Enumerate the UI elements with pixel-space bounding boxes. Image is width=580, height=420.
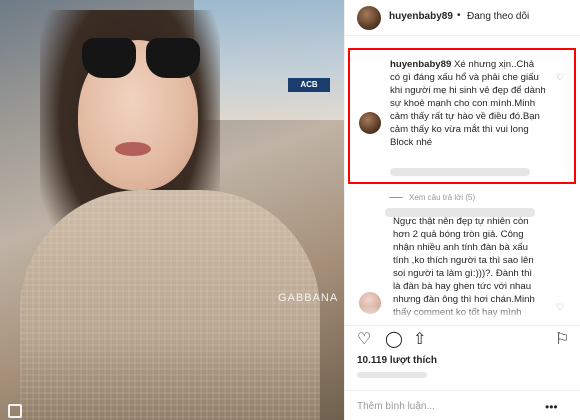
brand-text: GABBANA xyxy=(278,292,339,304)
post-actions: ♡ ◯ ⇧ ⚐ xyxy=(345,325,580,353)
highlight-box xyxy=(348,48,576,184)
header-username[interactable]: huyenbaby89 xyxy=(389,11,453,22)
post-photo[interactable]: ACB GABBANA xyxy=(0,0,344,420)
share-icon[interactable]: ⇧ xyxy=(413,332,426,348)
add-comment-bar: Thêm bình luận... ••• xyxy=(345,390,580,420)
comment-fade xyxy=(345,306,580,324)
likes-count[interactable]: 10.119 lượt thích xyxy=(357,355,437,366)
post-time-blurred xyxy=(357,372,427,378)
sunglasses xyxy=(82,38,202,82)
post-header: huyenbaby89 • Đang theo dõi xyxy=(345,0,580,36)
heart-icon[interactable]: ♡ xyxy=(357,332,371,348)
header-avatar[interactable] xyxy=(357,6,381,30)
bookmark-icon[interactable]: ⚐ xyxy=(555,332,569,348)
follow-status[interactable]: Đang theo dõi xyxy=(467,11,529,22)
sunglasses-right-lens xyxy=(146,38,200,78)
view-replies-link[interactable]: Xem câu trả lời (5) xyxy=(389,193,475,202)
lock-icon xyxy=(8,404,22,418)
sunglasses-left-lens xyxy=(82,38,136,78)
header-separator: • xyxy=(457,10,461,21)
second-comment-text: Ngực thật nên đẹp tự nhiên còn hơn 2 quả… xyxy=(393,216,535,318)
photo-lips xyxy=(115,142,151,156)
add-comment-input[interactable]: Thêm bình luận... xyxy=(357,401,435,412)
comment-icon[interactable]: ◯ xyxy=(385,332,403,348)
menu-dots-icon[interactable]: ••• xyxy=(545,399,558,415)
photo-body xyxy=(20,190,320,420)
store-sign: ACB xyxy=(288,78,330,92)
replies-line xyxy=(389,197,403,199)
view-replies-label: Xem câu trả lời (5) xyxy=(409,193,476,202)
